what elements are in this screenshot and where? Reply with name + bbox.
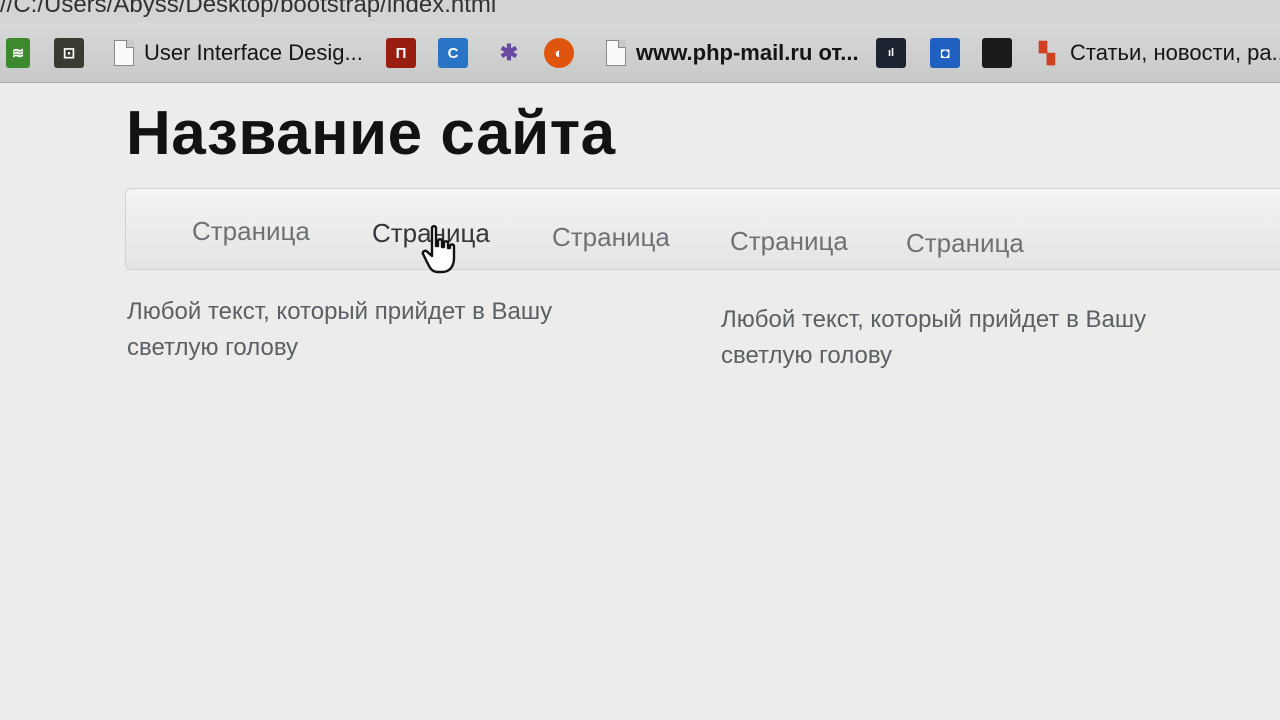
bookmark-6[interactable]: ◐ [544,36,574,70]
nav-item-page-4[interactable]: Страница [730,226,848,257]
bookmarks-bar: ≋ ⊡ User Interface Desig... П C ✱ ◐ www.… [0,22,1280,83]
bookmark-9[interactable]: ◘ [930,36,960,70]
bookmark-label: User Interface Desig... [144,40,363,65]
bookmark-10[interactable] [982,36,1012,70]
bookmark-articles-news[interactable]: ▚ Статьи, новости, ра... [1034,36,1280,70]
bookmark-3[interactable]: П [386,36,416,70]
bookmark-php-mail[interactable]: www.php-mail.ru от... [606,36,859,70]
bookmark-icon-blue-2: ◘ [930,38,960,68]
evernote-icon: ≋ [6,38,30,68]
nav-item-page-1[interactable]: Страница [192,216,310,247]
nav-item-page-5[interactable]: Страница [906,228,1024,259]
bookmark-icon-dark: ıl [876,38,906,68]
bookmark-user-interface-design[interactable]: User Interface Desig... [114,36,363,70]
bookmark-8[interactable]: ıl [876,36,906,70]
bookmark-icon-colorful: ▚ [1039,42,1055,65]
bookmark-4[interactable]: C [438,36,468,70]
address-bar[interactable]: //C:/Users/Abyss/Desktop/bootstrap/index… [0,0,1280,22]
bookmark-icon-blue: C [438,38,468,68]
site-title: Название сайта [126,99,616,168]
bookmark-label: Статьи, новости, ра... [1070,40,1280,65]
bookmark-label: www.php-mail.ru от... [636,40,859,65]
bookmark-icon-black [982,38,1012,68]
address-text: //C:/Users/Abyss/Desktop/bootstrap/index… [0,0,497,18]
bookmark-1[interactable]: ⊡ [54,36,84,70]
bookmark-5[interactable]: ✱ [494,36,524,70]
bookmark-icon-multicolor: ✱ [499,40,519,65]
bookmark-icon-red: П [386,38,416,68]
page-icon [114,40,134,66]
column-text-right: Любой текст, который прийдет в Вашу свет… [721,306,1147,369]
nav-item-page-3[interactable]: Страница [552,222,670,253]
column-text-left: Любой текст, который прийдет в Вашу свет… [127,298,553,361]
bookmark-0[interactable]: ≋ [6,36,30,70]
bookmark-icon-orange: ◐ [544,38,574,68]
page-icon [606,40,626,66]
hand-cursor-icon [421,225,456,274]
app-icon: ⊡ [54,38,84,68]
